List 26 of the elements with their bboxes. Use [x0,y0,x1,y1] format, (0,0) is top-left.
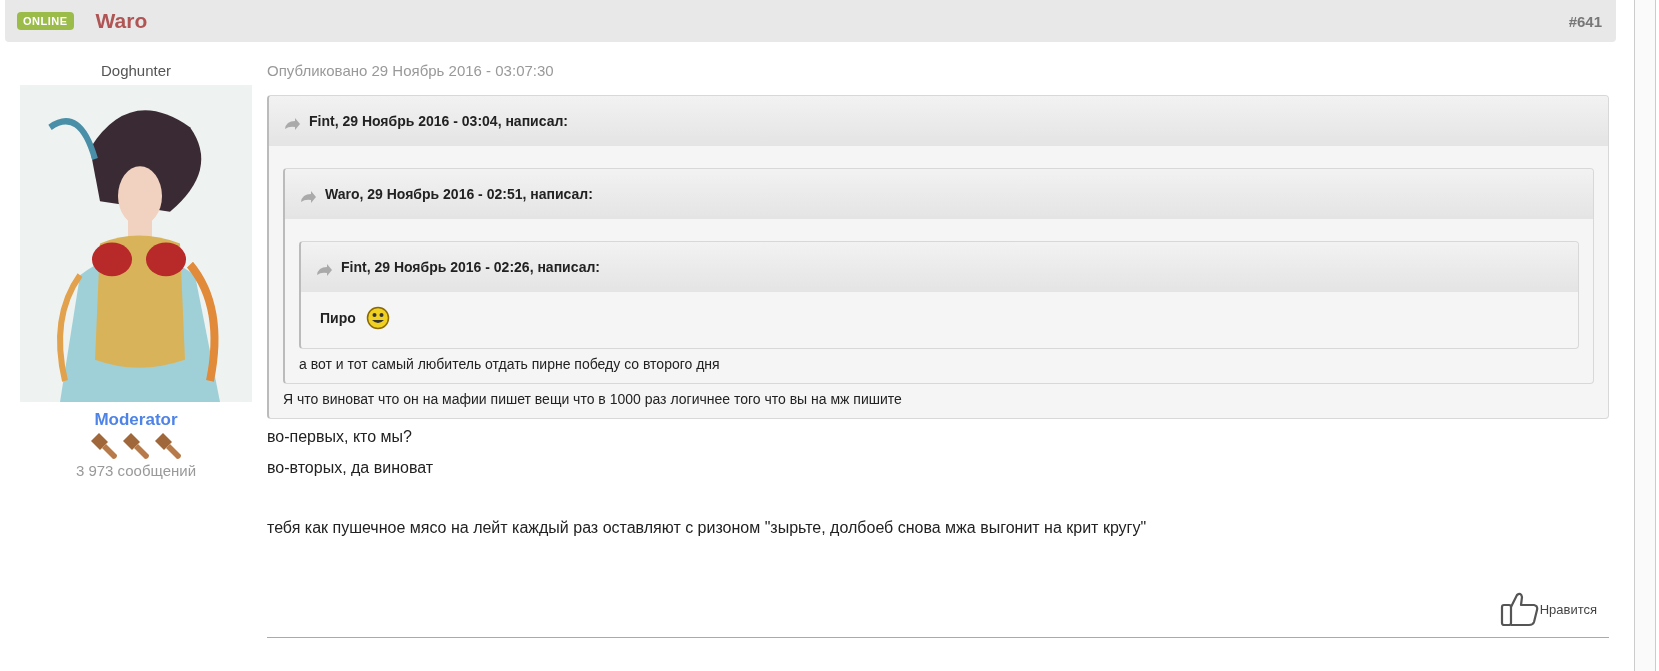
post-count: 3 973 сообщений [75,462,197,479]
quote-arrow-icon [283,117,301,131]
post-text: во-вторых, да виноват [267,459,434,476]
author-name[interactable]: Waro [95,9,148,33]
thumbs-up-icon [1499,591,1540,627]
like-button[interactable]: Нравится [1499,591,1597,627]
post-text: во-первых, кто мы? [267,428,412,445]
quote-text: Я что виноват что он на мафии пишет вещи что в 1000 раз логичнее того что вы на мж пишите [283,391,902,407]
quote-arrow-icon [299,190,317,204]
quote-citation: Fint, 29 Ноябрь 2016 - 03:04, написал: [309,113,568,129]
quote-arrow-icon [315,263,333,277]
gavel-icon [90,432,118,460]
quote-citation: Fint, 29 Ноябрь 2016 - 02:26, написал: [341,259,600,275]
gavel-icon [122,432,150,460]
scrollbar[interactable] [1634,0,1656,671]
online-badge: ONLINE [17,12,74,30]
username[interactable]: Doghunter [100,62,172,79]
post-date: Опубликовано 29 Ноябрь 2016 - 03:07:30 [267,62,555,81]
quote-text: Пиро [320,310,356,326]
quote-text: а вот и тот самый любитель отдать пирне победу со второго дня [299,356,720,372]
member-group: Moderator [94,410,178,430]
post-text: тебя как пушечное мясо на лейт каждый раз оставляют с ризоном "зырьте, долбоеб снова мжа выгонит на крит кругу" [267,519,1147,536]
quote-citation: Waro, 29 Ноябрь 2016 - 02:51, написал: [325,186,593,202]
gavel-icon [154,432,182,460]
smiley-icon [365,306,390,330]
post-number[interactable]: #641 [1568,12,1602,30]
